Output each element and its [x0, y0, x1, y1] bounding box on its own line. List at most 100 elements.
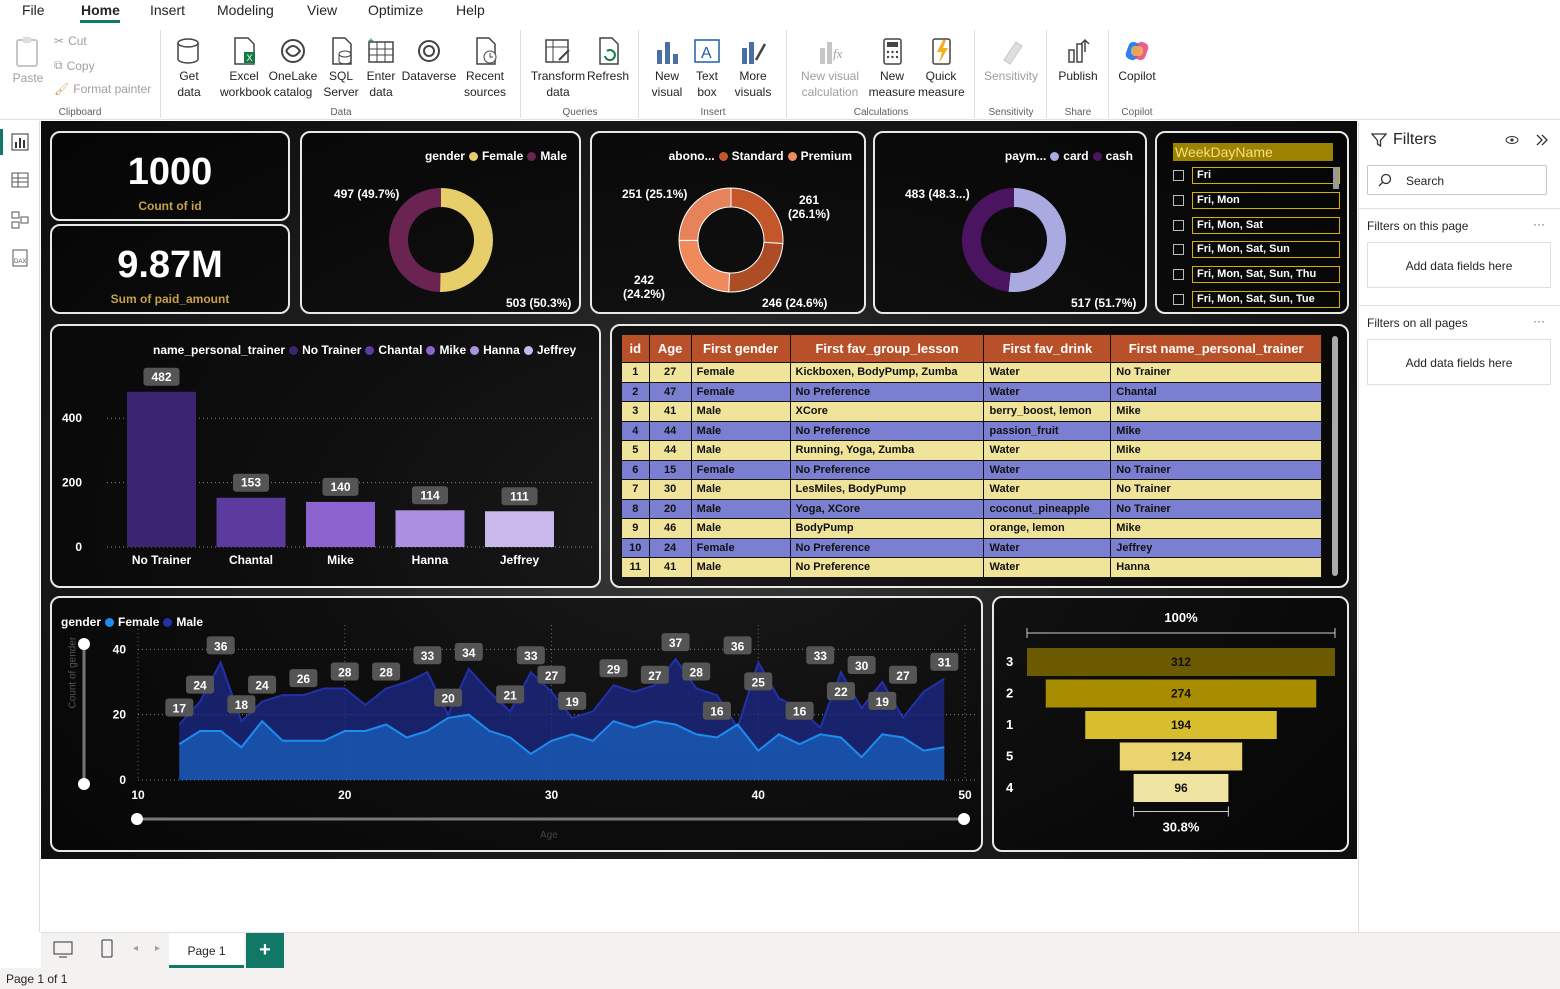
- bar[interactable]: [216, 497, 286, 547]
- column-header[interactable]: First gender: [690, 334, 791, 363]
- y-zoom-handle[interactable]: [78, 638, 90, 650]
- column-header[interactable]: First fav_group_lesson: [789, 334, 985, 363]
- refresh-button[interactable]: Refresh: [586, 36, 630, 84]
- menu-insert[interactable]: Insert: [150, 2, 185, 18]
- page-filter-dropzone[interactable]: Add data fields here: [1367, 242, 1551, 288]
- next-page-icon[interactable]: ▸: [155, 943, 160, 954]
- checkbox[interactable]: [1173, 269, 1184, 280]
- more-visuals-button[interactable]: More visuals: [728, 36, 778, 100]
- menu-file[interactable]: File: [22, 2, 45, 18]
- table-row[interactable]: 3 41 Male XCore berry_boost, lemon Mike: [621, 401, 1322, 422]
- excel-workbook-button[interactable]: X Excel workbook: [220, 36, 271, 100]
- tab-page-1[interactable]: Page 1: [169, 933, 244, 968]
- menu-help[interactable]: Help: [456, 2, 485, 18]
- new-visual-button[interactable]: New visual: [646, 36, 688, 100]
- onelake-catalog-button[interactable]: OneLake catalog: [268, 36, 318, 100]
- bar[interactable]: [485, 511, 554, 547]
- new-visual-calculation-button[interactable]: fx New visual calculation: [794, 36, 866, 100]
- sensitivity-button[interactable]: Sensitivity: [980, 36, 1042, 84]
- publish-button[interactable]: Publish: [1054, 36, 1102, 84]
- age-area-chart[interactable]: gender Female Male Count of gender Age 0…: [50, 596, 983, 852]
- copy-button[interactable]: ⧉ Copy: [54, 58, 95, 73]
- model-view-icon[interactable]: [11, 211, 29, 229]
- x-zoom-handle[interactable]: [131, 813, 143, 825]
- desktop-layout-icon[interactable]: [53, 941, 73, 959]
- donut-gender[interactable]: gender Female Male 497 (49.7%) 503 (50.3…: [300, 131, 581, 314]
- table-row[interactable]: 4 44 Male No Preference passion_fruit Mike: [621, 420, 1322, 441]
- table-row[interactable]: 9 46 Male BodyPump orange, lemon Mike: [621, 518, 1322, 539]
- new-measure-button[interactable]: New measure: [866, 36, 918, 100]
- weekday-slicer[interactable]: WeekDayName Fri Fri, Mon Fri, Mon, Sat F…: [1155, 131, 1349, 314]
- menu-view[interactable]: View: [307, 2, 337, 18]
- prev-page-icon[interactable]: ◂: [133, 943, 138, 954]
- recent-sources-button[interactable]: Recent sources: [458, 36, 512, 100]
- text-box-button[interactable]: A Text box: [690, 36, 724, 100]
- checkbox[interactable]: [1173, 244, 1184, 255]
- donut-slice[interactable]: [440, 188, 493, 292]
- table-row[interactable]: 1 27 Female Kickboxen, BodyPump, Zumba Water…: [621, 362, 1322, 383]
- add-page-button[interactable]: +: [246, 933, 284, 968]
- dataverse-button[interactable]: Dataverse: [400, 36, 458, 84]
- y-zoom-handle[interactable]: [78, 778, 90, 790]
- donut-slice[interactable]: [730, 187, 784, 245]
- column-header[interactable]: First fav_drink: [983, 334, 1112, 363]
- scrollbar[interactable]: [1332, 336, 1338, 576]
- table-row[interactable]: 7 30 Male LesMiles, BodyPump Water No Trainer: [621, 479, 1322, 500]
- column-header[interactable]: id: [621, 334, 650, 363]
- dax-query-view-icon[interactable]: DAX: [11, 249, 29, 267]
- get-data-button[interactable]: Get data: [170, 36, 208, 100]
- slicer-item[interactable]: Fri, Mon, Sat: [1173, 217, 1340, 234]
- table-row[interactable]: 5 44 Male Running, Yoga, Zumba Water Mike: [621, 440, 1322, 461]
- member-table[interactable]: id Age First gender First fav_group_lesson F…: [610, 324, 1349, 588]
- table-row[interactable]: 6 15 Female No Preference Water No Trainer: [621, 459, 1322, 480]
- search-input[interactable]: Search: [1367, 165, 1547, 195]
- checkbox[interactable]: [1173, 220, 1184, 231]
- table-row[interactable]: 8 20 Male Yoga, XCore coconut_pineapple No Tr…: [621, 498, 1322, 519]
- donut-slice[interactable]: [678, 239, 731, 293]
- slicer-item[interactable]: Fri, Mon, Sat, Sun, Tue: [1173, 291, 1340, 308]
- transform-data-button[interactable]: Transform data: [530, 36, 586, 100]
- copilot-button[interactable]: Copilot: [1114, 36, 1160, 84]
- format-painter-button[interactable]: 🖌 Format painter: [54, 82, 151, 96]
- paste-button[interactable]: Paste: [10, 36, 46, 86]
- eye-icon[interactable]: [1505, 133, 1519, 147]
- bar[interactable]: [306, 501, 375, 547]
- donut-slice[interactable]: [1008, 188, 1066, 292]
- slicer-item[interactable]: Fri, Mon, Sat, Sun, Thu: [1173, 266, 1340, 283]
- funnel-chart[interactable]: 100% 312 3 274 2 194 1 124 5 96 4 30.8%: [992, 596, 1349, 852]
- table-row[interactable]: 10 24 Female No Preference Water Jeffrey: [621, 537, 1322, 558]
- slicer-item[interactable]: Fri: [1173, 167, 1340, 184]
- menu-optimize[interactable]: Optimize: [368, 2, 423, 18]
- donut-slice[interactable]: [961, 188, 1014, 292]
- cut-button[interactable]: ✂ Cut: [54, 34, 87, 48]
- table-row[interactable]: 2 47 Female No Preference Water Chantal: [621, 381, 1322, 402]
- donut-payment[interactable]: paym... card cash 483 (48.3...) 517 (51.…: [873, 131, 1147, 314]
- more-options-icon[interactable]: ···: [1533, 314, 1545, 328]
- more-options-icon[interactable]: ···: [1533, 217, 1545, 231]
- x-zoom-handle[interactable]: [958, 813, 970, 825]
- menu-home[interactable]: Home: [81, 2, 120, 18]
- sql-server-button[interactable]: SQL Server: [322, 36, 360, 100]
- collapse-icon[interactable]: [1535, 132, 1549, 148]
- report-view-icon[interactable]: [11, 133, 29, 151]
- donut-abono[interactable]: abono... Standard Premium 251 (25.1%) 26…: [590, 131, 866, 314]
- mobile-layout-icon[interactable]: [101, 939, 113, 959]
- checkbox[interactable]: [1173, 294, 1184, 305]
- quick-measure-button[interactable]: Quick measure: [918, 36, 965, 100]
- bar[interactable]: [395, 510, 465, 547]
- checkbox[interactable]: [1173, 170, 1184, 181]
- enter-data-button[interactable]: + Enter data: [364, 36, 398, 100]
- kpi-card-paid-amount[interactable]: 9.87M Sum of paid_amount: [50, 224, 290, 314]
- slicer-item[interactable]: Fri, Mon, Sat, Sun: [1173, 241, 1340, 258]
- table-view-icon[interactable]: [11, 171, 29, 189]
- donut-slice[interactable]: [728, 241, 784, 293]
- menu-modeling[interactable]: Modeling: [217, 2, 274, 18]
- slicer-item[interactable]: Fri, Mon: [1173, 192, 1340, 209]
- all-pages-filter-dropzone[interactable]: Add data fields here: [1367, 339, 1551, 385]
- table-row[interactable]: 11 41 Male No Preference Water Hanna: [621, 557, 1322, 578]
- donut-slice[interactable]: [388, 188, 441, 292]
- bar[interactable]: [127, 391, 196, 547]
- checkbox[interactable]: [1173, 195, 1184, 206]
- scrollbar[interactable]: [1333, 167, 1339, 189]
- column-header[interactable]: Age: [648, 334, 692, 363]
